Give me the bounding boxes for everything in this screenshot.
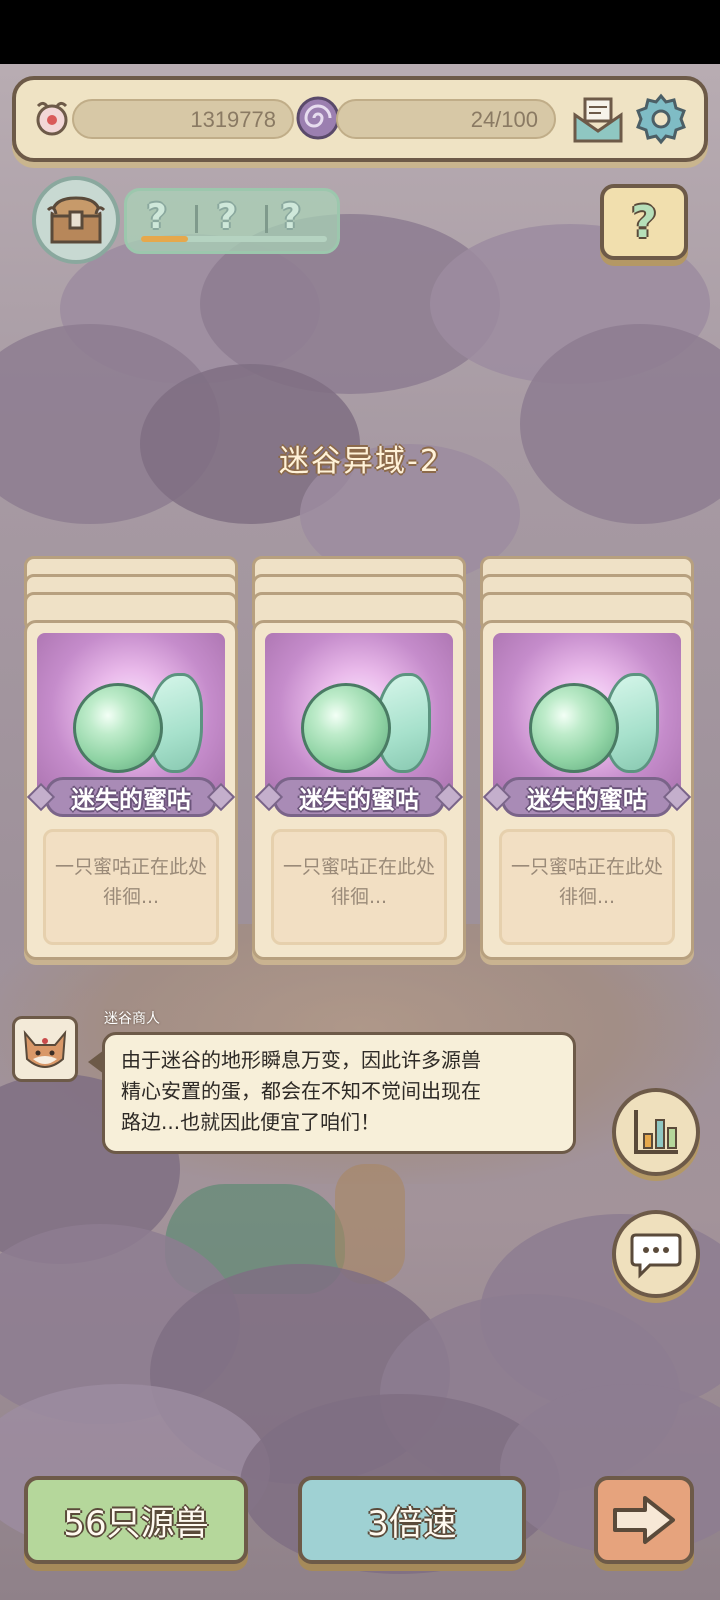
- quest-mark-1: ?: [147, 197, 167, 237]
- card-description: 一只蜜咕正在此处 徘徊...: [43, 829, 219, 945]
- beasts-label: 56只源兽: [63, 1503, 209, 1544]
- chat-icon: [630, 1233, 682, 1279]
- event-card-1[interactable]: 迷失的蜜咕 一只蜜咕正在此处 徘徊...: [24, 556, 238, 966]
- speed-label: 3倍速: [367, 1503, 457, 1544]
- card-name-ribbon: 迷失的蜜咕: [482, 773, 692, 821]
- stats-button[interactable]: [612, 1088, 700, 1176]
- stage-title: 迷谷异域-2: [279, 444, 441, 479]
- gear-icon[interactable]: [632, 90, 690, 148]
- arrow-right-icon: [613, 1496, 675, 1544]
- orb-icon: [529, 683, 619, 773]
- card-name: 迷失的蜜咕: [527, 785, 647, 814]
- status-bar: [0, 0, 720, 64]
- treasure-chest-button[interactable]: [32, 176, 120, 264]
- dialogue-bubble[interactable]: 由于迷谷的地形瞬息万变，因此许多源兽 精心安置的蛋，都会在不知不觉间出现在 路边…: [102, 1032, 576, 1154]
- event-card-2[interactable]: 迷失的蜜咕 一只蜜咕正在此处 徘徊...: [252, 556, 466, 966]
- quest-progress-bar: [141, 236, 327, 242]
- chest-icon: [46, 196, 106, 244]
- quest-mark-3: ?: [281, 197, 301, 237]
- orb-icon: [301, 683, 391, 773]
- bar-chart-icon: [634, 1110, 678, 1154]
- speaker-name: 迷谷商人: [104, 1011, 160, 1027]
- fox-icon: [23, 1029, 67, 1068]
- chat-button[interactable]: [612, 1210, 700, 1298]
- quest-progress-panel[interactable]: ? ? ?: [124, 188, 340, 254]
- gold-counter: 1319778: [72, 99, 294, 139]
- orb-icon: [73, 683, 163, 773]
- merchant-avatar[interactable]: [12, 1016, 78, 1082]
- card-name: 迷失的蜜咕: [71, 785, 191, 814]
- beasts-button[interactable]: 56只源兽: [24, 1476, 248, 1564]
- energy-counter: 24/100: [336, 99, 556, 139]
- mail-icon[interactable]: [570, 92, 626, 148]
- energy-value: 24/100: [470, 107, 538, 132]
- card-name: 迷失的蜜咕: [299, 785, 419, 814]
- gold-value: 1319778: [190, 107, 276, 132]
- question-icon: ?: [631, 196, 657, 248]
- event-card-3[interactable]: 迷失的蜜咕 一只蜜咕正在此处 徘徊...: [480, 556, 694, 966]
- card-name-ribbon: 迷失的蜜咕: [254, 773, 464, 821]
- next-button[interactable]: [594, 1476, 694, 1564]
- card-description: 一只蜜咕正在此处 徘徊...: [271, 829, 447, 945]
- resource-bar: 1319778 24/100: [12, 76, 708, 162]
- help-button[interactable]: ?: [600, 184, 688, 260]
- quest-mark-2: ?: [217, 197, 237, 237]
- rune-icon[interactable]: [28, 94, 76, 142]
- card-description: 一只蜜咕正在此处 徘徊...: [499, 829, 675, 945]
- card-name-ribbon: 迷失的蜜咕: [26, 773, 236, 821]
- speed-button[interactable]: 3倍速: [298, 1476, 526, 1564]
- quest-progress-fill: [141, 236, 188, 242]
